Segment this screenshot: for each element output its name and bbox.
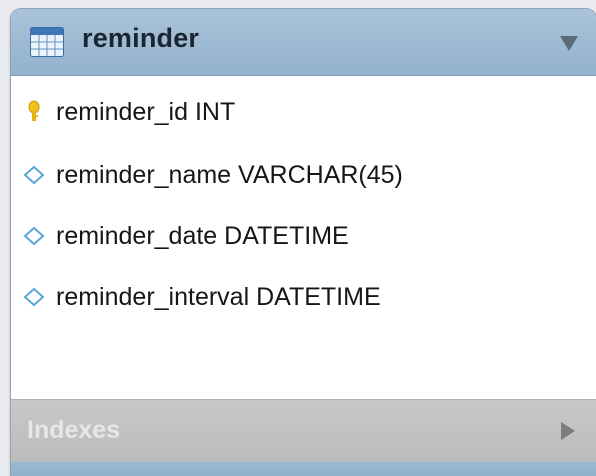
column-row-reminder-id[interactable]: reminder_id INT (11, 92, 596, 132)
triangle-right-icon[interactable] (557, 420, 577, 442)
indexes-section[interactable]: Indexes (11, 399, 596, 463)
column-row-reminder-date[interactable]: reminder_date DATETIME (11, 216, 596, 256)
indexes-label: Indexes (27, 416, 121, 444)
column-diamond-icon (23, 287, 45, 307)
table-name: reminder (82, 23, 200, 53)
table-card-reminder[interactable]: reminder reminder_id INT reminder_name V… (11, 9, 596, 476)
table-grid-icon (30, 27, 64, 57)
column-row-reminder-name[interactable]: reminder_name VARCHAR(45) (11, 155, 596, 195)
column-list: reminder_id INT reminder_name VARCHAR(45… (11, 76, 596, 399)
diagram-canvas: reminder reminder_id INT reminder_name V… (0, 0, 596, 476)
column-label: reminder_interval DATETIME (56, 282, 381, 311)
column-label: reminder_id INT (56, 97, 236, 126)
triangle-down-icon[interactable] (558, 33, 580, 53)
table-header[interactable]: reminder (11, 9, 596, 76)
column-label: reminder_date DATETIME (56, 221, 349, 250)
column-diamond-icon (23, 226, 45, 246)
table-footer-bar (11, 462, 596, 476)
primary-key-icon (28, 100, 40, 121)
column-diamond-icon (23, 165, 45, 185)
column-label: reminder_name VARCHAR(45) (56, 160, 403, 189)
column-row-reminder-interval[interactable]: reminder_interval DATETIME (11, 277, 596, 317)
